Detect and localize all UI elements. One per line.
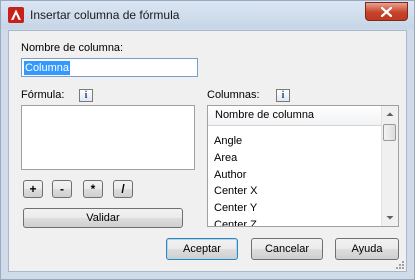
scroll-thumb[interactable] bbox=[383, 124, 396, 141]
list-item[interactable]: Author bbox=[214, 167, 246, 183]
dialog-window: Insertar columna de fórmula Nombre de co… bbox=[0, 0, 415, 280]
close-icon bbox=[381, 7, 392, 17]
formula-input[interactable] bbox=[21, 105, 195, 170]
list-item[interactable]: Center Z bbox=[214, 217, 257, 226]
chevron-up-icon bbox=[386, 112, 394, 116]
list-item[interactable]: Angle bbox=[214, 133, 242, 149]
autocad-a-icon[interactable] bbox=[8, 7, 24, 23]
operator-minus-button[interactable]: - bbox=[52, 180, 72, 198]
columns-listbox[interactable]: Nombre de columna Angle Area Author Cent… bbox=[207, 105, 399, 227]
scroll-down-button[interactable] bbox=[382, 209, 398, 226]
columns-scrollbar[interactable] bbox=[381, 106, 398, 226]
column-name-label: Nombre de columna: bbox=[21, 42, 124, 54]
operator-divide-button[interactable]: / bbox=[113, 180, 133, 198]
title-bar[interactable]: Insertar columna de fórmula bbox=[1, 1, 414, 29]
ok-button[interactable]: Aceptar bbox=[166, 238, 238, 260]
dialog-body: Nombre de columna: Columna Fórmula: i + … bbox=[8, 30, 407, 272]
validate-button[interactable]: Validar bbox=[23, 208, 183, 228]
column-name-input[interactable]: Columna bbox=[21, 58, 198, 77]
columns-info-icon[interactable]: i bbox=[276, 89, 290, 102]
scroll-up-button[interactable] bbox=[382, 106, 398, 123]
help-button[interactable]: Ayuda bbox=[335, 238, 399, 260]
formula-info-icon[interactable]: i bbox=[79, 89, 93, 102]
operator-multiply-button[interactable]: * bbox=[83, 180, 103, 198]
cancel-button[interactable]: Cancelar bbox=[251, 238, 323, 260]
close-button[interactable] bbox=[365, 2, 408, 21]
size-grip-icon[interactable] bbox=[395, 260, 405, 270]
list-item[interactable]: Center X bbox=[214, 183, 257, 199]
columns-label: Columnas: bbox=[207, 89, 260, 101]
window-title: Insertar columna de fórmula bbox=[30, 8, 180, 22]
columns-list-header[interactable]: Nombre de columna bbox=[208, 106, 395, 126]
list-item[interactable]: Area bbox=[214, 150, 237, 166]
list-item[interactable]: Center Y bbox=[214, 200, 257, 216]
column-name-value: Columna bbox=[24, 61, 71, 75]
chevron-down-icon bbox=[386, 216, 394, 220]
operator-plus-button[interactable]: + bbox=[23, 180, 43, 198]
formula-label: Fórmula: bbox=[21, 89, 65, 101]
